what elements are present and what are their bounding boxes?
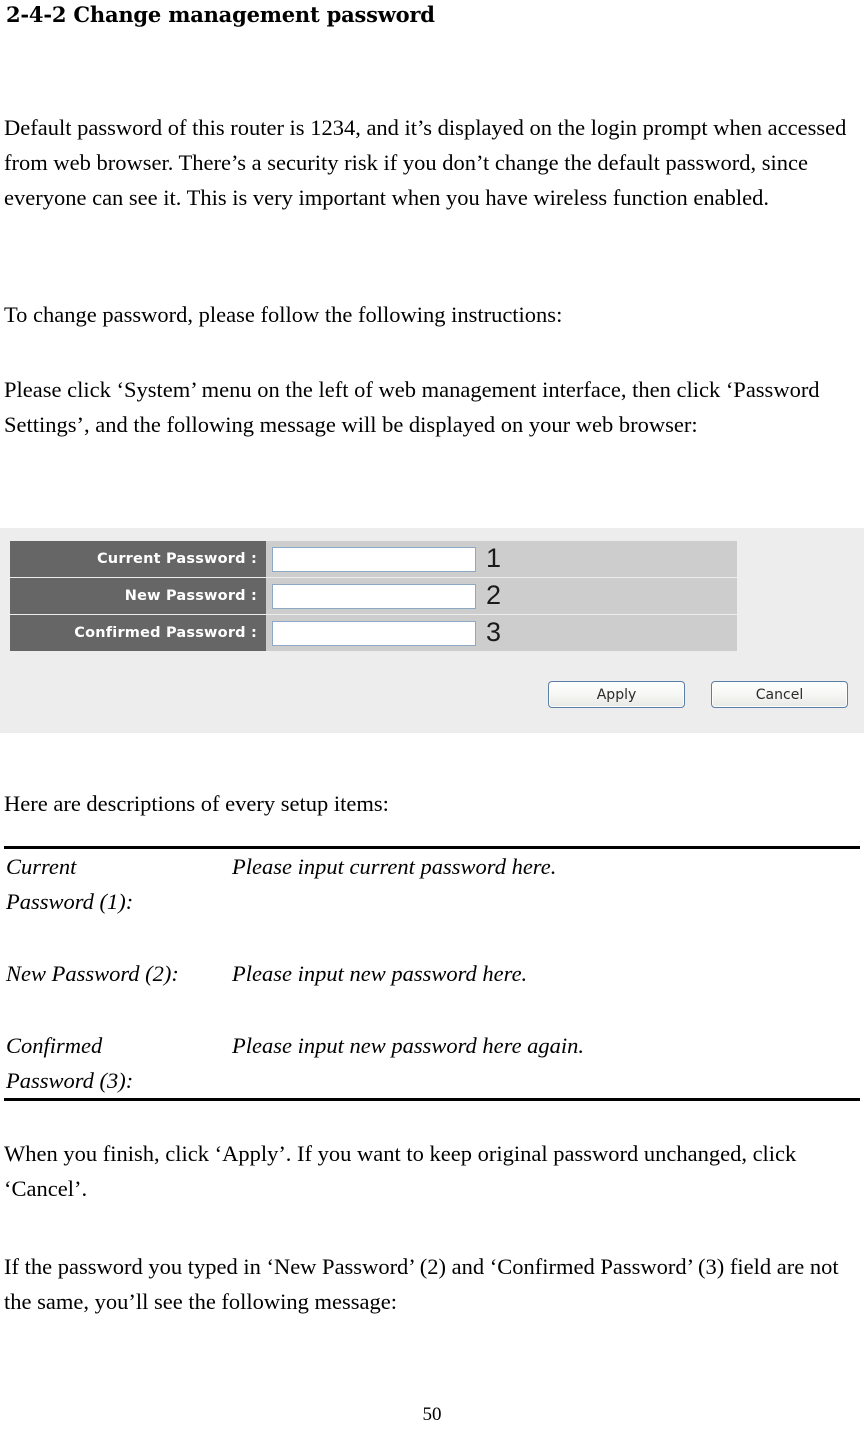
- term-current-password: Current Password (1):: [4, 849, 232, 919]
- cancel-button[interactable]: Cancel: [711, 681, 848, 708]
- document-page: 2-4-2 Change management password Default…: [0, 0, 864, 1449]
- label-new-password: New Password :: [10, 578, 266, 614]
- term-line-1: Current: [6, 854, 77, 879]
- term-new-password: New Password (2):: [4, 956, 232, 991]
- form-action-buttons: Apply Cancel: [548, 681, 848, 708]
- page-title: 2-4-2 Change management password: [6, 2, 435, 27]
- table-row: Current Password (1): Please input curre…: [4, 849, 860, 919]
- new-password-input[interactable]: [272, 583, 476, 609]
- setup-items-description-table: Current Password (1): Please input curre…: [4, 846, 860, 1101]
- paragraph-when-you-finish: When you finish, click ‘Apply’. If you w…: [4, 1141, 797, 1201]
- term-line-1: New Password (2):: [6, 961, 179, 986]
- description-new-password: Please input new password here.: [232, 961, 528, 986]
- term-line-2: Password (1):: [6, 889, 134, 914]
- spacer-cell-right: [232, 919, 860, 956]
- description-current-password: Please input current password here.: [232, 854, 557, 879]
- current-password-input[interactable]: [272, 546, 476, 572]
- value-cell-current-password: 1: [266, 541, 737, 577]
- term-line-2: Password (3):: [6, 1068, 134, 1093]
- paragraph-default-password: Default password of this router is 1234,…: [4, 115, 847, 210]
- table-row-spacer: [4, 919, 860, 956]
- paragraph-if-mismatch: If the password you typed in ‘New Passwo…: [4, 1254, 839, 1314]
- table-row-spacer: [4, 991, 860, 1028]
- table-row: Confirmed Password (3): Please input new…: [4, 1028, 860, 1098]
- spacer-cell-left: [4, 919, 232, 956]
- description-confirmed-password: Please input new password here again.: [232, 1033, 585, 1058]
- embedded-router-ui-screenshot: Current Password : 1 New Password : 2 Co…: [0, 528, 864, 733]
- label-confirmed-password: Confirmed Password :: [10, 615, 266, 651]
- term-line-1: Confirmed: [6, 1033, 103, 1058]
- paragraph-descriptions-intro: Here are descriptions of every setup ite…: [4, 791, 389, 816]
- form-row-confirmed-password: Confirmed Password : 3: [10, 615, 737, 651]
- annotation-marker-1: 1: [486, 542, 502, 573]
- password-settings-form: Current Password : 1 New Password : 2 Co…: [10, 541, 737, 652]
- spacer-cell-left: [4, 991, 232, 1028]
- term-confirmed-password: Confirmed Password (3):: [4, 1028, 232, 1098]
- label-current-password: Current Password :: [10, 541, 266, 577]
- value-cell-confirmed-password: 3: [266, 615, 737, 651]
- form-row-current-password: Current Password : 1: [10, 541, 737, 577]
- form-row-new-password: New Password : 2: [10, 578, 737, 614]
- spacer-cell-right: [232, 991, 860, 1028]
- annotation-marker-3: 3: [486, 616, 502, 647]
- page-number: 50: [422, 1404, 442, 1425]
- table-row: New Password (2): Please input new passw…: [4, 956, 860, 991]
- paragraph-to-change: To change password, please follow the fo…: [4, 302, 563, 327]
- apply-button[interactable]: Apply: [548, 681, 685, 708]
- paragraph-please-click: Please click ‘System’ menu on the left o…: [4, 377, 820, 437]
- value-cell-new-password: 2: [266, 578, 737, 614]
- annotation-marker-2: 2: [486, 579, 502, 610]
- confirmed-password-input[interactable]: [272, 620, 476, 646]
